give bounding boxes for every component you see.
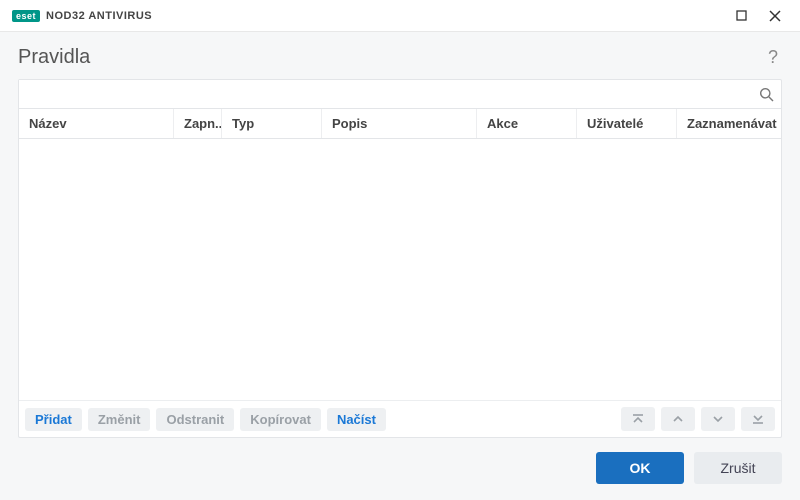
cancel-button[interactable]: Zrušit — [694, 452, 782, 484]
column-header-name[interactable]: Název — [19, 109, 174, 138]
window-maximize-button[interactable] — [724, 2, 758, 30]
chevron-top-icon — [631, 412, 645, 426]
table-body — [19, 139, 781, 400]
brand-badge: eset — [12, 10, 40, 22]
add-button[interactable]: Přidat — [25, 408, 82, 431]
dialog-footer: OK Zrušit — [18, 452, 782, 484]
table-header: Název Zapn... Typ Popis Akce Uživatelé Z… — [19, 109, 781, 139]
column-header-type[interactable]: Typ — [222, 109, 322, 138]
brand: eset NOD32 ANTIVIRUS — [12, 10, 152, 22]
move-up-button — [661, 407, 695, 431]
help-button[interactable]: ? — [764, 47, 782, 68]
brand-product: NOD32 ANTIVIRUS — [46, 10, 152, 22]
search-row — [19, 80, 781, 109]
page-header: Pravidla ? — [18, 46, 782, 69]
search-icon — [759, 87, 774, 102]
delete-button: Odstranit — [156, 408, 234, 431]
column-header-action[interactable]: Akce — [477, 109, 577, 138]
edit-button: Změnit — [88, 408, 151, 431]
ok-button[interactable]: OK — [596, 452, 684, 484]
column-header-log[interactable]: Zaznamenávat ... — [677, 109, 781, 138]
copy-button: Kopírovat — [240, 408, 321, 431]
search-input[interactable] — [19, 80, 751, 108]
page-title: Pravidla — [18, 46, 90, 69]
move-top-button — [621, 407, 655, 431]
load-button[interactable]: Načíst — [327, 408, 386, 431]
window-close-button[interactable] — [758, 2, 792, 30]
panel-toolbar: Přidat Změnit Odstranit Kopírovat Načíst — [19, 400, 781, 437]
chevron-bottom-icon — [751, 412, 765, 426]
search-button[interactable] — [751, 80, 781, 108]
rules-panel: Název Zapn... Typ Popis Akce Uživatelé Z… — [18, 79, 782, 438]
titlebar: eset NOD32 ANTIVIRUS — [0, 0, 800, 32]
column-header-users[interactable]: Uživatelé — [577, 109, 677, 138]
column-header-enabled[interactable]: Zapn... — [174, 109, 222, 138]
chevron-up-icon — [671, 412, 685, 426]
column-header-description[interactable]: Popis — [322, 109, 477, 138]
square-icon — [736, 10, 747, 21]
move-down-button — [701, 407, 735, 431]
chevron-down-icon — [711, 412, 725, 426]
dialog-body: Pravidla ? Název Zapn... Typ Popis Akce … — [0, 32, 800, 500]
move-bottom-button — [741, 407, 775, 431]
close-icon — [769, 10, 781, 22]
